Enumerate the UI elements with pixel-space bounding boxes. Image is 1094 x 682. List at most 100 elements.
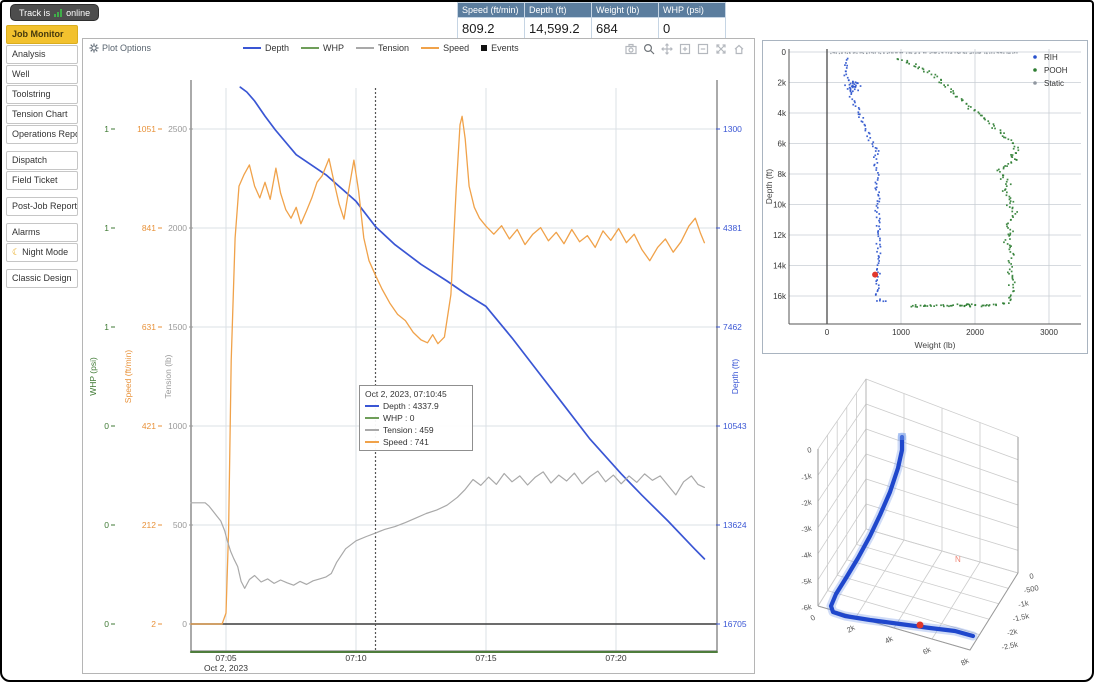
x-tick-label: 07:05 — [215, 653, 237, 663]
depth-tick-label: 4k — [778, 109, 787, 118]
weight-tick-label: 1000 — [892, 328, 910, 337]
readings-header-row: Speed (ft/min)Depth (ft)Weight (lb)WHP (… — [458, 3, 726, 18]
chart-header: Plot Options Depth WHP Tension Speed Events — [83, 39, 754, 59]
legend-line-swatch — [301, 47, 319, 49]
zoom-out-icon[interactable] — [696, 42, 710, 56]
sidebar-item-dispatch[interactable]: Dispatch — [6, 151, 78, 170]
live-readings-table: Speed (ft/min)Depth (ft)Weight (lb)WHP (… — [457, 2, 726, 40]
whp-tick-label: 1 — [104, 223, 109, 233]
tooltip-value: Speed : 741 — [383, 437, 429, 447]
speed-tick-label: 841 — [142, 223, 156, 233]
scatter-legend-label: Static — [1044, 79, 1064, 88]
tension-tick-label: 1000 — [168, 421, 187, 431]
speed-tick-label: 421 — [142, 421, 156, 431]
depth-tick-label: 10k — [773, 201, 787, 210]
x3d-tick-label: 6k — [921, 645, 932, 657]
series-tension — [191, 471, 705, 588]
readings-value-row: 809.214,599.26840 — [458, 18, 726, 40]
whp-tick-label: 1 — [104, 322, 109, 332]
reading-header: Depth (ft) — [525, 3, 592, 18]
legend-item-whp[interactable]: WHP — [301, 43, 344, 53]
sidebar-item-analysis[interactable]: Analysis — [6, 45, 78, 64]
sidebar-item-night-mode[interactable]: ☾Night Mode — [6, 243, 78, 262]
scatter-series-pooh — [897, 58, 1020, 308]
tooltip-row: Depth : 4337.9 — [365, 401, 467, 411]
zoom-icon[interactable] — [642, 42, 656, 56]
well-trajectory-3d-chart[interactable]: 0-1k-2k-3k-4k-5k-6k02k4k6k8k0-500-1k-1.5… — [762, 356, 1086, 682]
series-depth — [240, 87, 704, 559]
y3d-tick-label: -1.5k — [1012, 611, 1030, 623]
reading-value: 684 — [592, 18, 659, 40]
z3d-tick-label: -6k — [800, 602, 812, 613]
depth-tick-label: 1300 — [723, 124, 742, 134]
speed-tick-label: 631 — [142, 322, 156, 332]
legend-item-speed[interactable]: Speed — [421, 43, 469, 53]
reading-value: 0 — [659, 18, 726, 40]
depth-tick-label: 14k — [773, 262, 787, 271]
timeseries-chart[interactable]: 111000WHP (psi)10518416314212122Speed (f… — [83, 39, 754, 673]
z3d-tick-label: -4k — [800, 550, 812, 561]
speed-axis-title: Speed (ft/min) — [123, 350, 133, 404]
track-status-button[interactable]: Track is online — [10, 4, 99, 21]
tension-tick-label: 0 — [182, 619, 187, 629]
sidebar-item-field-ticket[interactable]: Field Ticket — [6, 171, 78, 190]
weight-tick-label: 2000 — [966, 328, 984, 337]
whp-axis-title: WHP (psi) — [88, 357, 98, 396]
sidebar-item-well[interactable]: Well — [6, 65, 78, 84]
sidebar-item-tension-chart[interactable]: Tension Chart — [6, 105, 78, 124]
x3d-tick-label: 0 — [809, 613, 817, 623]
tooltip-time: Oct 2, 2023, 07:10:45 — [365, 389, 467, 399]
chart-legend: Depth WHP Tension Speed Events — [243, 43, 519, 53]
y3d-tick-label: -500 — [1023, 583, 1040, 595]
sidebar-item-toolstring[interactable]: Toolstring — [6, 85, 78, 104]
legend-label: Events — [491, 43, 519, 53]
x-tick-label: 07:10 — [345, 653, 367, 663]
sidebar-item-label: Classic Design — [12, 273, 72, 283]
z3d-tick-label: -1k — [800, 471, 812, 482]
zoom-in-icon[interactable] — [678, 42, 692, 56]
legend-item-depth[interactable]: Depth — [243, 43, 289, 53]
depth-tick-label: 4381 — [723, 223, 742, 233]
autoscale-icon[interactable] — [714, 42, 728, 56]
legend-line-swatch — [356, 47, 374, 49]
legend-label: WHP — [323, 43, 344, 53]
depth-tick-label: 6k — [778, 140, 787, 149]
scatter-legend-label: RIH — [1044, 53, 1058, 62]
weight-depth-scatter-chart[interactable]: 02k4k6k8k10k12k14k16k0100020003000Weight… — [763, 41, 1087, 353]
sidebar-item-job-monitor[interactable]: Job Monitor — [6, 25, 78, 44]
legend-item-events[interactable]: Events — [481, 43, 519, 53]
legend-item-tension[interactable]: Tension — [356, 43, 409, 53]
z3d-tick-label: -5k — [800, 576, 812, 587]
home-icon[interactable] — [732, 42, 746, 56]
sidebar-item-operations-report[interactable]: Operations Report — [6, 125, 78, 144]
job-monitor-chart-panel: Plot Options DepthWHPTensionSpeedEvents … — [82, 38, 755, 674]
depth-tick-label: 7462 — [723, 322, 742, 332]
sidebar-item-post-job-report[interactable]: Post-Job Report — [6, 197, 78, 216]
depth-tick-label: 2k — [778, 79, 787, 88]
speed-tick-label: 2 — [151, 619, 156, 629]
plot-options-button[interactable]: Plot Options — [89, 43, 151, 53]
sidebar-item-label: Toolstring — [12, 89, 51, 99]
pan-icon[interactable] — [660, 42, 674, 56]
whp-tick-label: 0 — [104, 619, 109, 629]
legend-label: Tension — [378, 43, 409, 53]
weight-tick-label: 3000 — [1040, 328, 1058, 337]
camera-icon[interactable] — [624, 42, 638, 56]
depth-tick-label: 13624 — [723, 520, 747, 530]
sidebar-item-alarms[interactable]: Alarms — [6, 223, 78, 242]
depth-tick-label: 16705 — [723, 619, 747, 629]
tension-tick-label: 2000 — [168, 223, 187, 233]
sidebar-item-label: Dispatch — [12, 155, 47, 165]
x3d-tick-label: 2k — [845, 623, 856, 635]
y3d-tick-label: 0 — [1029, 571, 1035, 581]
sidebar-item-label: Well — [12, 69, 29, 79]
tooltip-row: Speed : 741 — [365, 437, 467, 447]
current-position-3d-marker — [917, 622, 924, 629]
moon-icon: ☾ — [12, 247, 20, 257]
depth-tick-label: 10543 — [723, 421, 747, 431]
reading-header: Speed (ft/min) — [458, 3, 525, 18]
sidebar-item-classic-design[interactable]: Classic Design — [6, 269, 78, 288]
reading-value: 14,599.2 — [525, 18, 592, 40]
x3d-tick-label: 4k — [883, 634, 894, 646]
plot-options-label: Plot Options — [102, 43, 151, 53]
